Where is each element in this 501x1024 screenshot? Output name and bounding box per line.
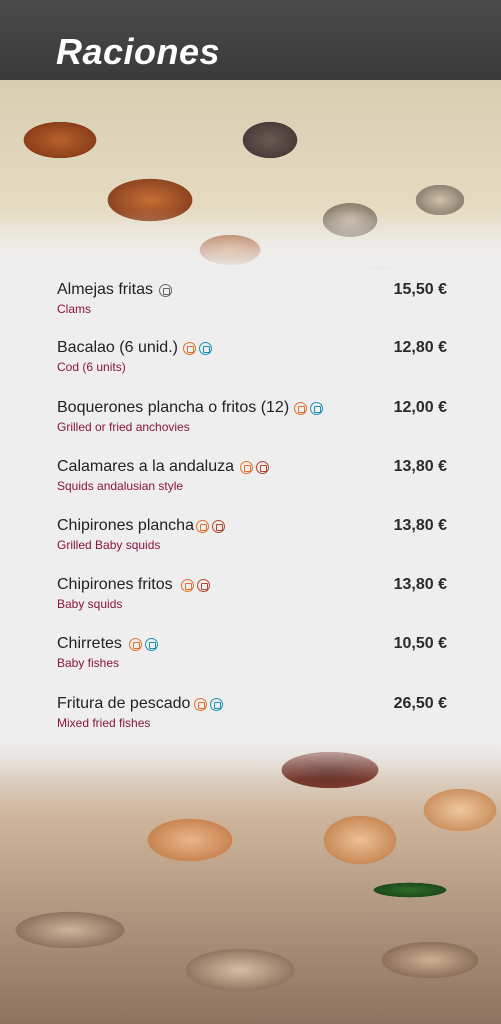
menu-item-name: Almejas fritas <box>57 281 154 298</box>
menu-item-name: Bacalao (6 unid.) <box>57 339 178 356</box>
menu-item-chipirones-fritos: Chipirones fritos 13,80 € Baby squids <box>57 575 447 612</box>
fried-seafood-and-clams-photo <box>0 80 501 270</box>
menu-item-price: 13,80 € <box>393 576 447 593</box>
allergen-icon <box>240 460 253 474</box>
menu-item-price: 13,80 € <box>393 517 447 534</box>
allergen-icon <box>144 637 158 651</box>
menu-item-fritura: Fritura de pescado 26,50 € Mixed fried f… <box>57 694 447 731</box>
menu-item-price: 13,80 € <box>393 458 447 475</box>
menu-item-chirretes: Chirretes 10,50 € Baby fishes <box>57 634 447 671</box>
allergen-icon <box>211 519 225 533</box>
allergen-icon <box>128 637 142 651</box>
menu-item-chipirones-plancha: Chipirones plancha 13,80 € Grilled Baby … <box>57 516 447 553</box>
menu-item-translation: Mixed fried fishes <box>57 716 151 730</box>
allergen-icon <box>198 341 212 355</box>
allergen-icon <box>210 697 224 711</box>
menu-item-boquerones: Boquerones plancha o fritos (12) 12,00 €… <box>57 398 447 435</box>
allergen-icon <box>294 401 308 415</box>
menu-item-name: Calamares a la andaluza <box>57 458 234 475</box>
menu-item-name: Chipirones plancha <box>57 517 194 534</box>
menu-item-price: 12,80 € <box>393 339 447 356</box>
menu-item-translation: Baby squids <box>57 597 123 611</box>
menu-item-price: 12,00 € <box>393 399 447 416</box>
menu-item-bacalao: Bacalao (6 unid.) 12,80 € Cod (6 units) <box>57 338 447 375</box>
fried-fish-platter-photo <box>0 730 501 1024</box>
menu-item-price: 15,50 € <box>393 281 447 298</box>
menu-item-translation: Cod (6 units) <box>57 360 126 374</box>
menu-item-translation: Grilled or fried anchovies <box>57 420 190 434</box>
menu-item-translation: Clams <box>57 302 92 316</box>
allergen-icon <box>182 341 196 355</box>
menu-item-translation: Grilled Baby squids <box>57 538 161 552</box>
allergen-icon <box>196 578 210 592</box>
menu-item-name: Chirretes <box>57 635 122 652</box>
allergen-icon <box>256 460 269 474</box>
menu-item-name: Chipirones fritos <box>57 576 173 593</box>
allergen-icon <box>194 697 208 711</box>
allergen-icon <box>310 401 324 415</box>
menu-item-calamares: Calamares a la andaluza 13,80 € Squids a… <box>57 457 447 494</box>
allergen-icon <box>195 519 209 533</box>
page-title: Raciones <box>56 31 221 72</box>
menu-item-translation: Squids andalusian style <box>57 479 184 493</box>
menu-item-almejas: Almejas fritas 15,50 € Clams <box>57 280 447 317</box>
menu-item-name: Boquerones plancha o fritos (12) <box>57 399 290 416</box>
menu-item-name: Fritura de pescado <box>57 695 191 712</box>
header-bar: Raciones <box>0 0 501 80</box>
allergen-icon <box>180 578 194 592</box>
menu-item-translation: Baby fishes <box>57 656 120 670</box>
allergen-icon <box>159 283 173 297</box>
menu-item-price: 26,50 € <box>393 695 447 712</box>
menu-item-price: 10,50 € <box>393 635 447 652</box>
